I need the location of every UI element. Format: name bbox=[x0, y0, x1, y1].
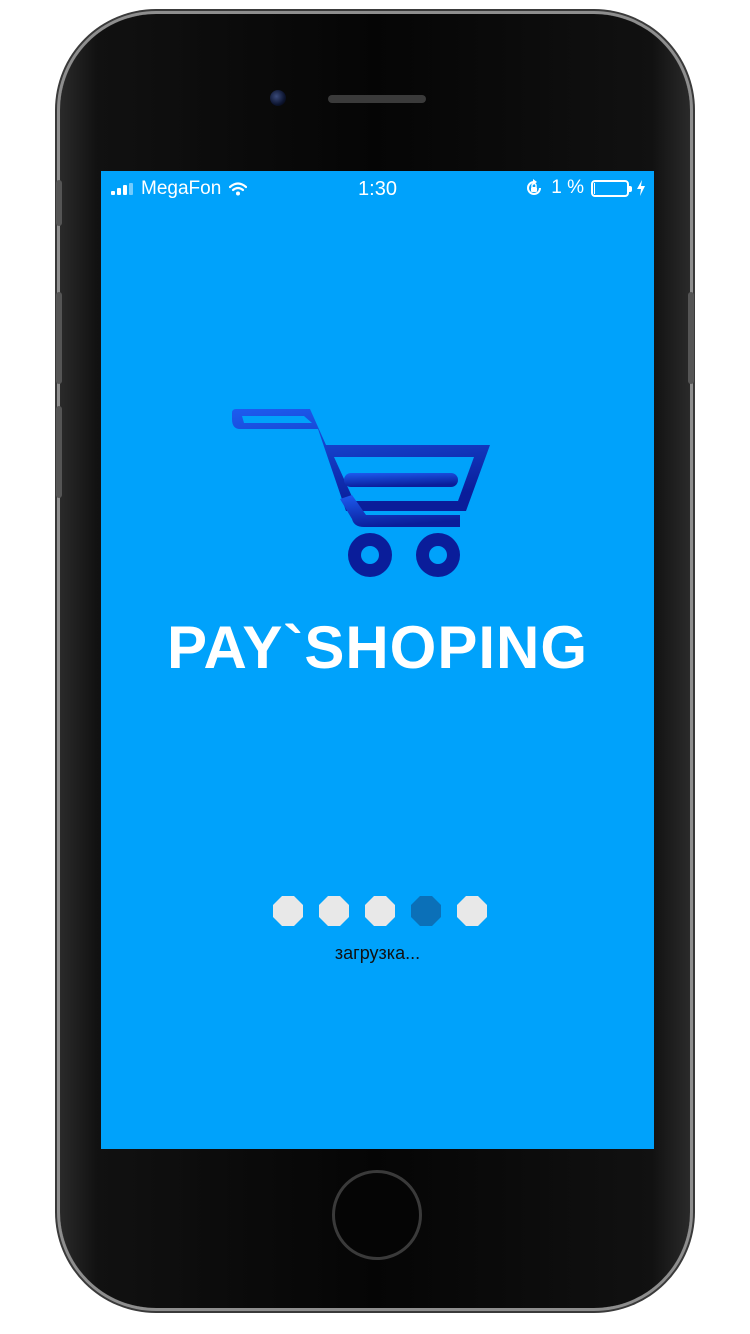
loader-dot bbox=[319, 896, 349, 926]
volume-down-button bbox=[56, 406, 62, 498]
app-title: PAY`SHOPING bbox=[166, 614, 589, 681]
loader-dot bbox=[365, 896, 395, 926]
loader-dot bbox=[273, 896, 303, 926]
loading-text: загрузка... bbox=[334, 943, 421, 963]
loader-dot bbox=[457, 896, 487, 926]
loading-indicator bbox=[273, 896, 487, 926]
rotation-lock-icon bbox=[527, 179, 542, 195]
shopping-cart-icon bbox=[232, 409, 490, 577]
battery-icon bbox=[591, 179, 632, 197]
mute-switch bbox=[56, 180, 62, 226]
charging-bolt-icon bbox=[637, 180, 645, 196]
status-bar: MegaFon 1:30 1 % bbox=[101, 171, 654, 207]
earpiece-speaker bbox=[328, 95, 426, 103]
phone-mockup: MegaFon 1:30 1 % PAY`SHOPING загрузка... bbox=[0, 0, 750, 1334]
front-camera bbox=[270, 90, 286, 106]
loader-dot bbox=[411, 896, 441, 926]
app-screen: MegaFon 1:30 1 % PAY`SHOPING загрузка... bbox=[101, 171, 654, 1149]
volume-up-button bbox=[56, 292, 62, 384]
power-button bbox=[688, 292, 694, 384]
battery-level-fill bbox=[594, 182, 595, 194]
home-button[interactable] bbox=[332, 1170, 422, 1260]
battery-percentage: 1 % bbox=[551, 177, 584, 198]
